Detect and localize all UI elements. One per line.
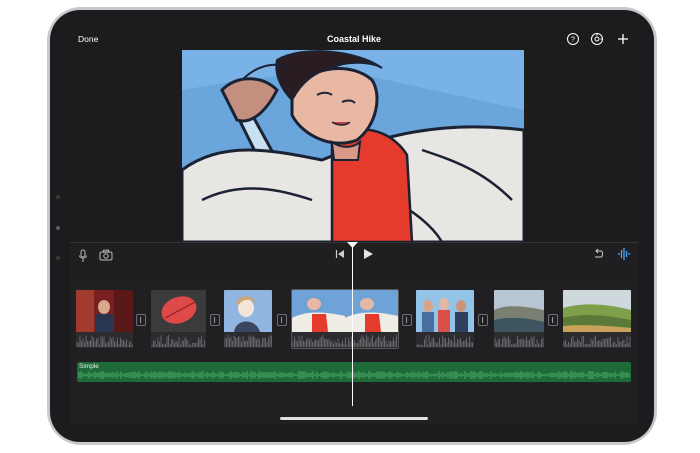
clip-audio-waveform xyxy=(151,335,205,347)
timeline-clip[interactable] xyxy=(494,290,544,348)
music-track[interactable]: Simple xyxy=(77,362,631,382)
clip-audio-waveform xyxy=(292,335,397,347)
undo-icon[interactable] xyxy=(592,248,604,260)
clip-thumbnail xyxy=(292,290,398,332)
sensor-dot xyxy=(56,226,60,230)
video-preview xyxy=(182,50,524,242)
svg-text:?: ? xyxy=(571,37,575,44)
timeline-clip[interactable] xyxy=(416,290,474,348)
add-icon[interactable] xyxy=(616,32,630,46)
transition-marker[interactable] xyxy=(402,314,412,326)
microphone-icon[interactable] xyxy=(78,249,88,263)
transition-marker[interactable] xyxy=(136,314,146,326)
playback-controls xyxy=(70,242,638,283)
playhead[interactable] xyxy=(352,246,353,406)
transition-marker[interactable] xyxy=(210,314,220,326)
home-indicator xyxy=(280,417,428,420)
play-icon[interactable] xyxy=(362,248,374,260)
clip-audio-waveform xyxy=(224,335,272,347)
help-icon[interactable]: ? xyxy=(566,32,580,46)
transition-marker[interactable] xyxy=(548,314,558,326)
timeline-clip[interactable] xyxy=(563,290,631,348)
timeline-clip-selected[interactable] xyxy=(291,289,399,349)
project-title: Coastal Hike xyxy=(326,34,382,44)
clip-audio-waveform xyxy=(416,335,473,347)
transition-marker[interactable] xyxy=(478,314,488,326)
camera-icon[interactable] xyxy=(99,249,113,261)
imovie-screen: Done Coastal Hike ? Simple xyxy=(70,28,638,424)
clip-thumbnail xyxy=(563,290,631,332)
clip-audio-waveform xyxy=(563,335,631,347)
clip-audio-waveform xyxy=(76,335,133,347)
timeline-clip[interactable] xyxy=(151,290,206,348)
timeline-clip[interactable] xyxy=(224,290,272,348)
transition-marker[interactable] xyxy=(277,314,287,326)
music-waveform xyxy=(78,371,630,379)
top-bar: Done Coastal Hike ? xyxy=(70,28,638,50)
settings-icon[interactable] xyxy=(590,32,604,46)
audio-waveform-icon[interactable] xyxy=(617,247,631,261)
timeline-clip[interactable] xyxy=(76,290,133,348)
clip-thumbnail xyxy=(494,290,544,332)
clip-thumbnail xyxy=(151,290,206,332)
camera-dot xyxy=(56,195,60,199)
clip-thumbnail xyxy=(224,290,272,332)
skip-to-start-icon[interactable] xyxy=(335,249,345,259)
sensor-dot xyxy=(56,256,60,260)
clip-thumbnail xyxy=(76,290,133,332)
clip-audio-waveform xyxy=(494,335,544,347)
clip-thumbnail xyxy=(416,290,474,332)
